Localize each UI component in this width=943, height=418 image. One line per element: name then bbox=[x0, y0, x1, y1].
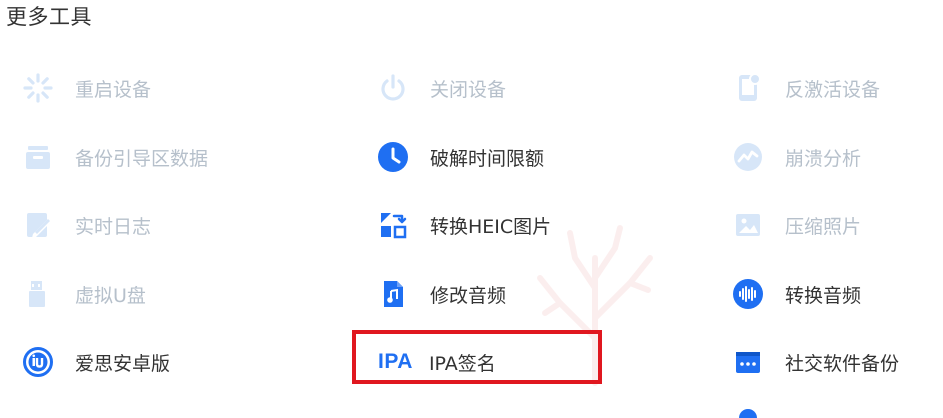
tool-virtual-u-disk[interactable]: 虚拟U盘 bbox=[21, 271, 146, 317]
tool-label: 反激活设备 bbox=[785, 78, 881, 101]
tool-label: 爱思安卓版 bbox=[75, 352, 171, 375]
tool-label: 备份引导区数据 bbox=[75, 147, 209, 170]
tool-label: 关闭设备 bbox=[430, 78, 507, 101]
tool-deactivate-device[interactable]: 反激活设备 bbox=[731, 65, 880, 111]
tool-label: 转换音频 bbox=[785, 284, 862, 307]
tool-label: 修改音频 bbox=[430, 284, 507, 307]
power-icon bbox=[376, 71, 410, 105]
tool-reboot-device[interactable]: 重启设备 bbox=[21, 65, 151, 111]
section-title: 更多工具 bbox=[6, 5, 92, 29]
tool-label: 虚拟U盘 bbox=[75, 284, 146, 307]
log-pen-icon bbox=[21, 208, 55, 242]
clock-icon bbox=[376, 140, 410, 174]
tool-social-backup[interactable]: 社交软件备份 bbox=[731, 339, 899, 385]
usb-drive-icon bbox=[21, 277, 55, 311]
tool-compress-photo[interactable]: 压缩照片 bbox=[731, 202, 861, 248]
highlight-box bbox=[352, 330, 602, 384]
tool-realtime-log[interactable]: 实时日志 bbox=[21, 202, 151, 248]
aisi-logo-icon bbox=[21, 345, 55, 379]
phone-deactivate-icon bbox=[731, 71, 765, 105]
tool-label: 破解时间限额 bbox=[430, 147, 545, 170]
spinner-icon bbox=[21, 71, 55, 105]
chat-backup-icon bbox=[731, 345, 765, 379]
crash-chart-icon bbox=[731, 140, 765, 174]
tool-backup-boot-data[interactable]: 备份引导区数据 bbox=[21, 134, 208, 180]
tool-aisi-android[interactable]: 爱思安卓版 bbox=[21, 339, 170, 385]
tool-crack-time-limit[interactable]: 破解时间限额 bbox=[376, 134, 544, 180]
audio-file-icon bbox=[376, 277, 410, 311]
tool-convert-audio[interactable]: 转换音频 bbox=[731, 271, 861, 317]
partial-next-row-icon bbox=[739, 409, 757, 418]
tool-convert-heic[interactable]: 转换HEIC图片 bbox=[376, 202, 551, 248]
tool-label: 社交软件备份 bbox=[785, 352, 900, 375]
tool-edit-audio[interactable]: 修改音频 bbox=[376, 271, 506, 317]
archive-box-icon bbox=[21, 140, 55, 174]
tool-shutdown-device[interactable]: 关闭设备 bbox=[376, 65, 506, 111]
image-convert-icon bbox=[376, 208, 410, 242]
photo-icon bbox=[731, 208, 765, 242]
tool-label: 重启设备 bbox=[75, 78, 152, 101]
tool-label: 崩溃分析 bbox=[785, 147, 862, 170]
tool-label: 转换HEIC图片 bbox=[430, 215, 552, 238]
tool-label: 实时日志 bbox=[75, 215, 152, 238]
tool-crash-analysis[interactable]: 崩溃分析 bbox=[731, 134, 861, 180]
tool-label: 压缩照片 bbox=[785, 215, 862, 238]
audio-wave-icon bbox=[731, 277, 765, 311]
